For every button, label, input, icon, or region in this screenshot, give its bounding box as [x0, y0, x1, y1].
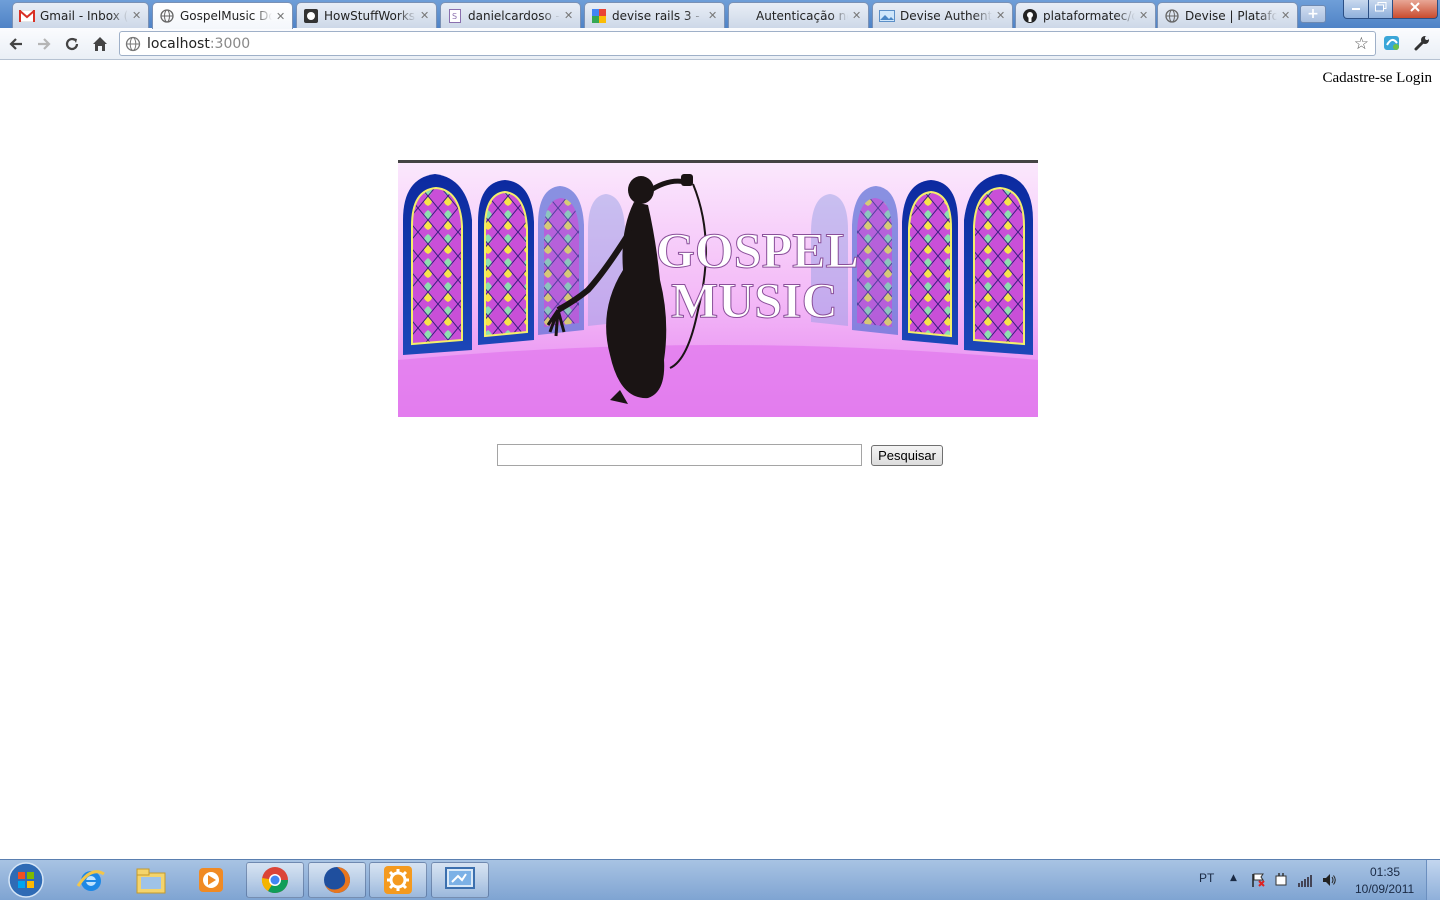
windows-taskbar: PT ▲ 01:35 10/09/2011: [0, 859, 1440, 900]
close-window-button[interactable]: [1392, 0, 1438, 19]
start-button[interactable]: [6, 861, 46, 899]
network-signal-icon[interactable]: [1297, 872, 1313, 888]
tab-label: devise rails 3 - Pes: [612, 8, 704, 23]
taskbar-media-player[interactable]: [183, 862, 241, 898]
tab-howstuffworks[interactable]: HowStuffWorks - ✕: [296, 2, 437, 28]
tab-label: Gmail - Inbox (1) -: [40, 8, 128, 23]
page-icon: S: [447, 8, 463, 24]
globe-icon: [1164, 8, 1180, 24]
firefox-icon: [324, 867, 350, 893]
taskbar-remote-desktop[interactable]: [431, 862, 489, 898]
reload-button[interactable]: [60, 32, 84, 56]
power-plug-icon[interactable]: [1273, 872, 1289, 888]
close-tab-icon[interactable]: ✕: [420, 9, 430, 22]
restore-icon: [1374, 2, 1386, 12]
tab-github-plataformatec[interactable]: plataformatec/de ✕: [1015, 2, 1156, 28]
taskbar-settings-app[interactable]: [369, 862, 427, 898]
home-button[interactable]: [88, 32, 112, 56]
close-icon: [1410, 2, 1420, 12]
windows-logo-icon: [8, 862, 44, 898]
close-tab-icon[interactable]: ✕: [1281, 9, 1291, 22]
page-viewport: Cadastre-se Login GOSPEL MUSIC Pesquisar: [0, 61, 1440, 859]
taskbar-internet-explorer[interactable]: [62, 862, 120, 898]
arrow-left-icon: [9, 38, 22, 50]
tab-autenticacao[interactable]: Autenticação no F ✕: [728, 2, 869, 28]
settings-gear-icon: [384, 866, 412, 894]
clock-date[interactable]: 10/09/2011: [1355, 882, 1414, 896]
tab-label: HowStuffWorks -: [324, 8, 416, 23]
gospel-music-banner: GOSPEL MUSIC: [398, 160, 1038, 417]
back-button[interactable]: [4, 32, 28, 56]
remote-desktop-icon: [445, 867, 475, 889]
top-nav-links: Cadastre-se Login: [1322, 70, 1432, 87]
google-icon: [591, 8, 607, 24]
browser-toolbar: localhost:3000 ☆: [0, 28, 1440, 60]
volume-speaker-icon[interactable]: [1321, 872, 1337, 888]
taskbar-chrome[interactable]: [246, 862, 304, 898]
address-bar[interactable]: localhost:3000 ☆: [119, 31, 1376, 56]
forward-button[interactable]: [32, 32, 56, 56]
blank-favicon: [735, 8, 751, 24]
home-icon: [93, 37, 107, 51]
close-tab-icon[interactable]: ✕: [996, 9, 1006, 22]
svg-text:S: S: [452, 12, 457, 21]
close-tab-icon[interactable]: ✕: [1139, 9, 1149, 22]
banner-title-line2: MUSIC: [671, 272, 838, 328]
minimize-window-button[interactable]: [1343, 0, 1369, 19]
new-tab-button[interactable]: +: [1300, 5, 1326, 23]
chrome-icon: [261, 867, 289, 894]
globe-icon: [159, 8, 175, 24]
extension-icon[interactable]: [1382, 33, 1402, 53]
file-explorer-icon: [136, 868, 166, 894]
tab-devise-authentication[interactable]: Devise Authentica ✕: [872, 2, 1013, 28]
internet-explorer-icon: [76, 870, 105, 891]
tab-label: Devise | Plataform: [1185, 8, 1277, 23]
browser-tab-strip: Gmail - Inbox (1) - ✕ GospelMusic Dow ✕ …: [0, 0, 1440, 29]
image-icon: [879, 8, 895, 24]
tab-danielcardoso[interactable]: S danielcardoso - Sc ✕: [440, 2, 581, 28]
globe-icon: [125, 36, 141, 52]
wrench-menu-icon[interactable]: [1412, 33, 1432, 53]
search-button[interactable]: Pesquisar: [871, 445, 943, 466]
arrow-right-icon: [38, 38, 51, 50]
signup-link[interactable]: Cadastre-se: [1322, 70, 1392, 86]
bookmark-star-icon[interactable]: ☆: [1354, 34, 1369, 54]
action-center-flag-icon[interactable]: [1250, 872, 1266, 888]
close-tab-icon[interactable]: ✕: [132, 9, 142, 22]
tab-devise-plataformatec[interactable]: Devise | Plataform ✕: [1157, 2, 1298, 28]
tab-gospelmusic[interactable]: GospelMusic Dow ✕: [152, 2, 293, 29]
search-input[interactable]: [497, 444, 862, 466]
tab-label: danielcardoso - Sc: [468, 8, 560, 23]
close-tab-icon[interactable]: ✕: [708, 9, 718, 22]
close-tab-icon[interactable]: ✕: [564, 9, 574, 22]
system-tray: PT ▲ 01:35 10/09/2011: [1180, 860, 1430, 900]
tab-google-search[interactable]: devise rails 3 - Pes ✕: [584, 2, 725, 28]
login-link[interactable]: Login: [1396, 70, 1432, 86]
tab-label: plataformatec/de: [1043, 8, 1135, 23]
close-tab-icon[interactable]: ✕: [276, 10, 286, 23]
url-host: localhost: [147, 35, 210, 52]
github-icon: [1022, 8, 1038, 24]
gmail-icon: [19, 8, 35, 24]
tab-label: GospelMusic Dow: [180, 9, 272, 23]
clock-time[interactable]: 01:35: [1370, 865, 1400, 879]
show-hidden-icons-arrow-icon[interactable]: ▲: [1230, 873, 1237, 883]
restore-window-button[interactable]: [1368, 0, 1393, 19]
banner-title-line1: GOSPEL: [656, 222, 859, 278]
reload-icon: [65, 37, 79, 51]
taskbar-file-explorer[interactable]: [122, 862, 180, 898]
show-desktop-button[interactable]: [1426, 860, 1440, 900]
tab-label: Devise Authentica: [900, 8, 992, 23]
taskbar-firefox[interactable]: [308, 862, 366, 898]
close-tab-icon[interactable]: ✕: [852, 9, 862, 22]
media-player-icon: [199, 868, 223, 892]
tab-gmail[interactable]: Gmail - Inbox (1) - ✕: [12, 2, 149, 28]
tab-label: Autenticação no F: [756, 8, 848, 23]
url-port: :3000: [209, 35, 251, 52]
minimize-icon: [1352, 8, 1360, 10]
language-indicator[interactable]: PT: [1199, 871, 1214, 885]
howstuffworks-icon: [303, 8, 319, 24]
